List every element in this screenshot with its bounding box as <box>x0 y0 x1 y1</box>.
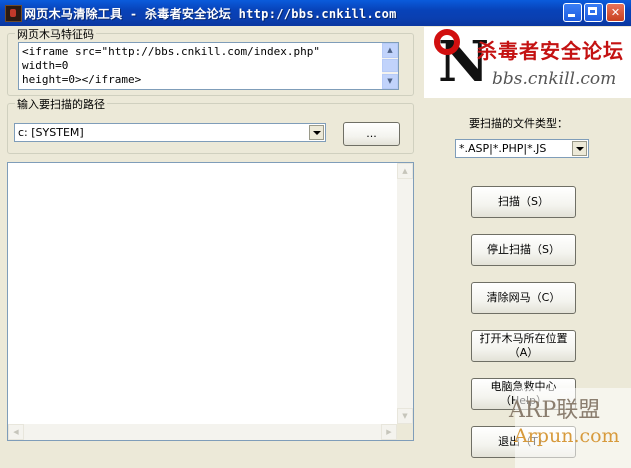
title-bar[interactable]: 网页木马清除工具 - 杀毒者安全论坛 http://bbs.cnkill.com <box>0 0 631 26</box>
brand-logo: N 杀毒者安全论坛 bbs.cnkill.com <box>424 27 631 98</box>
path-select[interactable]: c: [SYSTEM] <box>14 123 326 142</box>
minimize-button[interactable] <box>563 3 582 22</box>
logo-url-text: bbs.cnkill.com <box>492 69 617 89</box>
watermark-title: ARP联盟 <box>509 398 601 423</box>
scan-button[interactable]: 扫描（S） <box>471 186 576 218</box>
open-location-button[interactable]: 打开木马所在位置（A） <box>471 330 576 362</box>
maximize-button[interactable] <box>584 3 603 22</box>
window-title: 网页木马清除工具 - 杀毒者安全论坛 http://bbs.cnkill.com <box>24 7 397 21</box>
app-icon <box>5 5 22 22</box>
scroll-down-icon[interactable]: ▼ <box>397 408 413 424</box>
path-group-label: 输入要扫描的路径 <box>15 96 107 112</box>
chevron-down-icon[interactable] <box>572 141 587 156</box>
signature-line: width=0 <box>22 59 69 72</box>
signature-textarea[interactable]: <iframe src="http://bbs.cnkill.com/index… <box>18 42 399 90</box>
scroll-up-icon[interactable]: ▲ <box>397 163 413 179</box>
close-button[interactable] <box>606 3 625 22</box>
signature-text: <iframe src="http://bbs.cnkill.com/index… <box>22 45 380 87</box>
scroll-up-icon[interactable]: ▲ <box>382 43 398 58</box>
scroll-corner <box>397 424 413 440</box>
scroll-thumb[interactable] <box>382 59 398 72</box>
scroll-down-icon[interactable]: ▼ <box>382 74 398 89</box>
watermark-url: Arpun.com <box>514 425 620 447</box>
filetype-select-value: *.ASP|*.PHP|*.JS <box>459 142 547 155</box>
browse-button[interactable]: ... <box>343 122 400 146</box>
chevron-down-icon[interactable] <box>309 125 324 140</box>
signature-scrollbar[interactable]: ▲ ▼ <box>382 43 398 89</box>
filetype-label: 要扫描的文件类型： <box>469 117 568 130</box>
clear-trojan-button[interactable]: 清除网马（C） <box>471 282 576 314</box>
logo-ring-icon <box>434 29 460 55</box>
stop-scan-button[interactable]: 停止扫描（S） <box>471 234 576 266</box>
signature-line: <iframe src="http://bbs.cnkill.com/index… <box>22 45 321 58</box>
filetype-select[interactable]: *.ASP|*.PHP|*.JS <box>455 139 589 158</box>
results-hscrollbar[interactable]: ◀ ▶ <box>8 424 397 440</box>
signature-line: height=0></iframe> <box>22 73 142 86</box>
scroll-right-icon[interactable]: ▶ <box>381 424 397 440</box>
logo-brand-text: 杀毒者安全论坛 <box>477 39 624 63</box>
results-vscrollbar[interactable]: ▲ ▼ <box>397 163 413 424</box>
scroll-left-icon[interactable]: ◀ <box>8 424 24 440</box>
results-list[interactable]: ▲ ▼ ◀ ▶ <box>7 162 414 441</box>
signature-group-label: 网页木马特征码 <box>15 26 96 42</box>
path-select-value: c: [SYSTEM] <box>18 126 84 139</box>
app-window: 网页木马清除工具 - 杀毒者安全论坛 http://bbs.cnkill.com… <box>0 0 631 468</box>
